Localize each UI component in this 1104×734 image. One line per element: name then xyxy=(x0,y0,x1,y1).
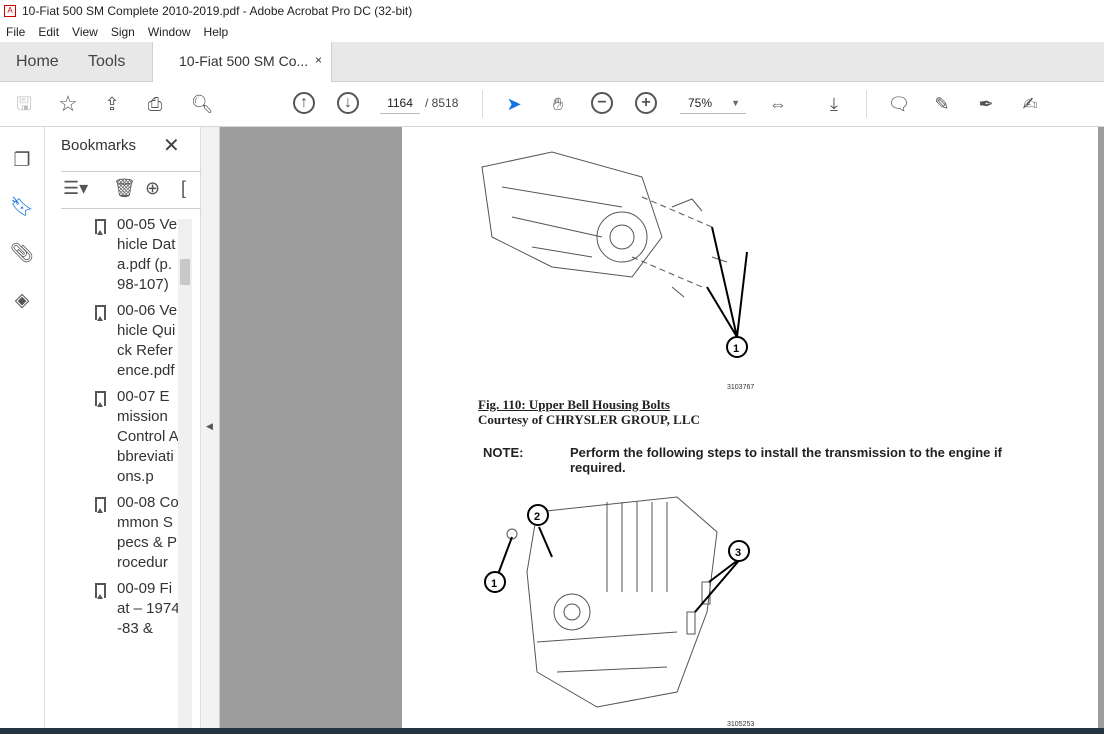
figure-caption: Fig. 110: Upper Bell Housing Bolts xyxy=(478,397,670,412)
note-text: Perform the following steps to install t… xyxy=(570,445,1002,475)
bookmark-item[interactable]: 00-08 Common Specs & Procedur xyxy=(85,493,180,573)
divider xyxy=(482,90,483,118)
close-panel-icon[interactable]: ✕ xyxy=(163,133,180,158)
select-cursor-icon[interactable]: ➤ xyxy=(502,92,526,116)
sign-icon[interactable]: ✒︎ xyxy=(974,92,998,116)
comment-icon[interactable]: 🗨︎ xyxy=(887,92,911,116)
figure-id: 3105253 xyxy=(727,721,755,728)
bookmark-list: 00-05 Vehicle Data.pdf (p.98-107) 00-06 … xyxy=(85,215,180,645)
page-total: / 8518 xyxy=(425,96,459,110)
bookmarks-scrollbar[interactable] xyxy=(178,219,192,728)
next-page-icon[interactable]: ↓ xyxy=(337,92,359,114)
menu-help[interactable]: Help xyxy=(204,25,229,39)
note-label: NOTE: xyxy=(483,445,524,460)
scroll-mode-icon[interactable]: ⤓ xyxy=(822,92,846,116)
bookmark-item[interactable]: 00-05 Vehicle Data.pdf (p.98-107) xyxy=(85,215,180,295)
title-bar: A 10-Fiat 500 SM Complete 2010-2019.pdf … xyxy=(0,0,1104,22)
tab-document-label: 10-Fiat 500 SM Co... xyxy=(179,53,309,69)
taskbar xyxy=(0,728,1104,734)
bookmarks-title: Bookmarks xyxy=(61,137,137,154)
figure-id: 3103767 xyxy=(727,384,755,391)
scroll-thumb[interactable] xyxy=(180,259,190,285)
acrobat-pdf-icon: A xyxy=(4,5,16,17)
delete-icon[interactable]: 🗑︎ xyxy=(113,178,136,199)
zoom-value: 75% xyxy=(688,96,713,110)
search-zoom-icon[interactable]: 🔍︎ xyxy=(190,92,214,116)
page-thumbnails-icon[interactable]: ❐ xyxy=(10,149,34,173)
chevron-left-icon: ◀ xyxy=(206,421,213,431)
options-menu-icon[interactable]: ☰▾ xyxy=(63,178,88,199)
menu-bar: File Edit View Sign Window Help xyxy=(0,22,1104,42)
callout-3: 3 xyxy=(735,547,741,559)
zoom-level-select[interactable]: 75% ▼ xyxy=(680,92,746,114)
zoom-in-icon[interactable]: + xyxy=(635,92,657,114)
window-title: 10-Fiat 500 SM Complete 2010-2019.pdf - … xyxy=(22,4,413,18)
star-icon[interactable]: ☆ xyxy=(56,92,80,116)
document-viewport[interactable]: 1 3103767 Fig. 110: Upper Bell Housing B… xyxy=(220,127,1104,728)
bookmarks-toolbar: ☰▾ 🗑︎ ⊕ [ xyxy=(61,171,201,209)
bookmarks-panel: Bookmarks ✕ ☰▾ 🗑︎ ⊕ [ 00-05 Vehicle Data… xyxy=(45,127,201,728)
bookmarks-icon[interactable]: 🔖︎ xyxy=(10,195,34,219)
callout-1: 1 xyxy=(491,578,497,590)
edit-pdf-icon[interactable]: ✍︎ xyxy=(1018,92,1042,116)
attachments-icon[interactable]: 📎︎ xyxy=(10,241,34,265)
close-tab-icon[interactable]: × xyxy=(315,53,322,67)
print-icon[interactable]: ⎙ xyxy=(143,92,167,116)
tab-home[interactable]: Home xyxy=(16,53,59,71)
bookmark-icon xyxy=(95,219,106,235)
bookmark-icon xyxy=(95,391,106,407)
callout-1: 1 xyxy=(733,343,739,355)
callout-2: 2 xyxy=(534,511,540,523)
menu-file[interactable]: File xyxy=(6,25,25,39)
collapse-panel-button[interactable]: ◀ xyxy=(201,127,220,728)
bookmark-icon xyxy=(95,583,106,599)
bookmark-item[interactable]: 00-06 Vehicle Quick Reference.pdf xyxy=(85,301,180,381)
menu-edit[interactable]: Edit xyxy=(38,25,59,39)
add-bookmark-icon[interactable]: ⊕ xyxy=(145,178,160,199)
hand-tool-icon[interactable]: ✋︎ xyxy=(546,92,570,116)
tab-bar: Home Tools 10-Fiat 500 SM Co... × xyxy=(0,42,1104,83)
figure-bell-housing-bolts: 1 xyxy=(481,151,748,358)
zoom-out-icon[interactable]: − xyxy=(591,92,613,114)
bookmark-icon xyxy=(95,497,106,513)
bookmark-item[interactable]: 00-09 Fiat – 1974-83 & xyxy=(85,579,180,639)
previous-page-icon[interactable]: ↑ xyxy=(293,92,315,114)
menu-view[interactable]: View xyxy=(72,25,98,39)
fit-page-icon[interactable]: ⇔ xyxy=(766,92,790,116)
cloud-upload-icon[interactable]: ⇪ xyxy=(100,92,124,116)
menu-sign[interactable]: Sign xyxy=(111,25,135,39)
figure-transmission-install: 1 2 3 xyxy=(484,496,750,708)
save-icon[interactable]: 🖫 xyxy=(12,92,36,116)
pdf-page: 1 3103767 Fig. 110: Upper Bell Housing B… xyxy=(402,127,1098,728)
menu-window[interactable]: Window xyxy=(148,25,191,39)
layers-icon[interactable]: ◈ xyxy=(10,289,34,313)
tab-tools[interactable]: Tools xyxy=(88,53,125,71)
bookmark-item[interactable]: 00-07 Emission Control Abbreviations.p xyxy=(85,387,180,487)
toolbar: 🖫 ☆ ⇪ ⎙ 🔍︎ ↑ ↓ 1164 / 8518 ➤ ✋︎ − + 75% ▼… xyxy=(0,82,1104,127)
chevron-down-icon: ▼ xyxy=(731,98,740,108)
highlight-icon[interactable]: ✎ xyxy=(930,92,954,116)
more-icon[interactable]: [ xyxy=(181,178,186,199)
divider xyxy=(866,90,867,118)
page-number-input[interactable]: 1164 xyxy=(380,92,420,114)
tab-document[interactable]: 10-Fiat 500 SM Co... × xyxy=(152,42,332,83)
figure-credit: Courtesy of CHRYSLER GROUP, LLC xyxy=(478,412,700,427)
bookmark-icon xyxy=(95,305,106,321)
left-tool-rail: ❐ 🔖︎ 📎︎ ◈ xyxy=(0,127,45,728)
